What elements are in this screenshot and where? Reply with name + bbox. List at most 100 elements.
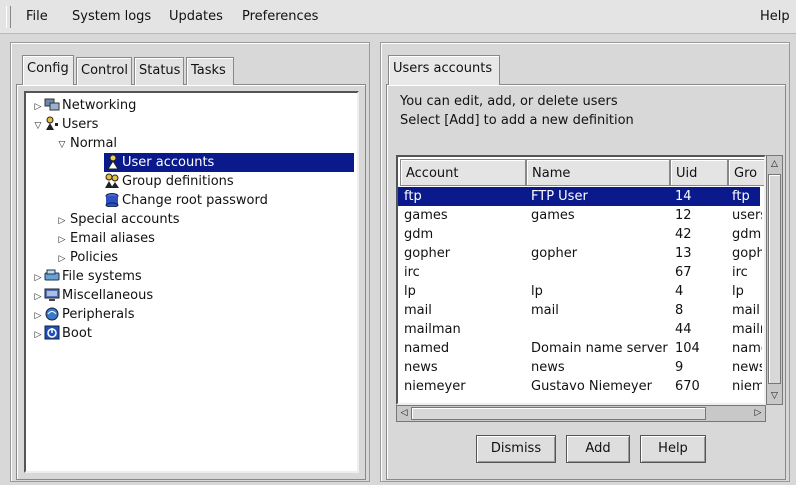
cell-uid: 104 xyxy=(675,341,700,356)
menu-system-logs[interactable]: System logs xyxy=(72,9,151,24)
cell-account: mailman xyxy=(404,322,461,337)
cell-uid: 67 xyxy=(675,265,692,280)
cell-group: mail xyxy=(732,303,760,318)
boot-icon xyxy=(44,325,60,340)
config-tree[interactable]: ▷ Networking ▽ Users ▽ Normal User accounts… xyxy=(24,91,359,473)
cell-uid: 670 xyxy=(675,379,700,394)
add-button[interactable]: Add xyxy=(566,435,630,463)
cell-group: gopher xyxy=(732,246,762,261)
tree-item-user-accounts[interactable]: User accounts xyxy=(104,153,354,172)
cell-account: games xyxy=(404,208,448,223)
misc-icon xyxy=(44,287,60,302)
cell-group: niemeyer xyxy=(732,379,762,394)
tree-item-change-root-password[interactable]: Change root password xyxy=(104,191,268,210)
cell-name: games xyxy=(531,208,575,223)
peripherals-icon xyxy=(44,306,60,321)
cell-group: gdm xyxy=(732,227,762,242)
cell-group: named xyxy=(732,341,762,356)
network-icon xyxy=(44,97,60,112)
cell-uid: 9 xyxy=(675,360,684,375)
cell-uid: 4 xyxy=(675,284,684,299)
tree-item-email-aliases[interactable]: ▷ Email aliases xyxy=(56,229,155,248)
menu-help[interactable]: Help xyxy=(760,9,790,24)
cell-group: ftp xyxy=(732,189,750,204)
tab-users-accounts[interactable]: Users accounts xyxy=(388,55,500,85)
scroll-left-icon[interactable]: ◁ xyxy=(397,406,411,421)
cell-name: FTP User xyxy=(531,189,588,204)
column-header-name[interactable]: Name xyxy=(526,159,670,186)
scroll-right-icon[interactable]: ▷ xyxy=(751,406,765,421)
tree-item-peripherals[interactable]: ▷ Peripherals xyxy=(32,305,135,324)
help-button[interactable]: Help xyxy=(640,435,706,463)
cell-group: news xyxy=(732,360,762,375)
table-row[interactable]: lp lp 4 lp xyxy=(398,282,760,301)
menu-bar: File System logs Updates Preferences Hel… xyxy=(0,0,796,34)
cell-group: users xyxy=(732,208,762,223)
description-line-1: You can edit, add, or delete users xyxy=(400,94,618,109)
cell-uid: 44 xyxy=(675,322,692,337)
tree-item-normal[interactable]: ▽ Normal xyxy=(56,134,118,155)
menu-updates[interactable]: Updates xyxy=(169,9,223,24)
horizontal-scrollbar[interactable]: ◁ ▷ xyxy=(396,405,766,422)
cell-uid: 13 xyxy=(675,246,692,261)
tree-item-file-systems[interactable]: ▷ File systems xyxy=(32,267,142,286)
tab-status[interactable]: Status xyxy=(134,57,184,85)
table-row[interactable]: niemeyer Gustavo Niemeyer 670 niemeyer xyxy=(398,377,762,396)
tab-config[interactable]: Config xyxy=(22,55,74,85)
cell-name: lp xyxy=(531,284,543,299)
scroll-up-icon[interactable]: △ xyxy=(767,156,782,172)
menu-preferences[interactable]: Preferences xyxy=(242,9,318,24)
cell-name: news xyxy=(531,360,565,375)
table-row[interactable]: games games 12 users xyxy=(398,206,762,225)
horizontal-scroll-thumb[interactable] xyxy=(411,407,706,420)
expander-expanded-icon[interactable]: ▽ xyxy=(56,136,68,155)
cell-account: gdm xyxy=(404,227,434,242)
tree-item-networking[interactable]: ▷ Networking xyxy=(32,96,137,115)
tree-item-users[interactable]: ▽ Users xyxy=(32,115,98,134)
table-row[interactable]: irc 67 irc xyxy=(398,263,760,282)
cell-account: irc xyxy=(404,265,420,280)
table-row[interactable]: mail mail 8 mail xyxy=(398,301,760,320)
cell-account: gopher xyxy=(404,246,451,261)
tree-item-miscellaneous[interactable]: ▷ Miscellaneous xyxy=(32,286,154,305)
password-icon xyxy=(104,192,120,208)
vertical-scroll-thumb[interactable] xyxy=(768,174,781,384)
cell-group: mailman xyxy=(732,322,762,337)
tree-item-special-accounts[interactable]: ▷ Special accounts xyxy=(56,210,180,229)
cell-account: niemeyer xyxy=(404,379,466,394)
dismiss-button[interactable]: Dismiss xyxy=(476,435,556,463)
accounts-table[interactable]: Account Name Uid Gro ftp FTP User 14 ftp gam… xyxy=(396,155,766,405)
cell-group: lp xyxy=(732,284,744,299)
cell-account: lp xyxy=(404,284,416,299)
column-header-group[interactable]: Gro xyxy=(728,159,764,186)
users-icon xyxy=(44,116,60,131)
expander-collapsed-icon[interactable]: ▷ xyxy=(32,326,44,345)
table-row[interactable]: gopher gopher 13 gopher xyxy=(398,244,762,263)
menu-file[interactable]: File xyxy=(26,9,48,24)
description-line-2: Select [Add] to add a new definition xyxy=(400,113,634,128)
cell-name: mail xyxy=(531,303,559,318)
table-row[interactable]: news news 9 news xyxy=(398,358,762,377)
cell-uid: 8 xyxy=(675,303,684,318)
tree-item-policies[interactable]: ▷ Policies xyxy=(56,248,119,267)
column-header-account[interactable]: Account xyxy=(400,159,526,186)
cell-name: Gustavo Niemeyer xyxy=(531,379,652,394)
cell-group: irc xyxy=(732,265,748,280)
vertical-scrollbar[interactable]: △ ▽ xyxy=(766,155,783,405)
menubar-grip[interactable] xyxy=(6,6,11,28)
tab-tasks[interactable]: Tasks xyxy=(186,57,234,85)
cell-account: news xyxy=(404,360,438,375)
tab-control[interactable]: Control xyxy=(76,57,132,85)
column-header-uid[interactable]: Uid xyxy=(670,159,728,186)
cell-uid: 42 xyxy=(675,227,692,242)
table-row[interactable]: mailman 44 mailman xyxy=(398,320,762,339)
table-row[interactable]: named Domain name server 104 named xyxy=(398,339,762,358)
cell-uid: 14 xyxy=(675,189,692,204)
user-icon xyxy=(104,154,120,170)
expander-expanded-icon[interactable]: ▽ xyxy=(32,117,44,136)
table-row[interactable]: gdm 42 gdm xyxy=(398,225,762,244)
tree-item-boot[interactable]: ▷ Boot xyxy=(32,324,92,343)
tree-item-group-definitions[interactable]: Group definitions xyxy=(104,172,234,191)
table-row[interactable]: ftp FTP User 14 ftp xyxy=(398,187,760,206)
scroll-down-icon[interactable]: ▽ xyxy=(767,388,782,404)
